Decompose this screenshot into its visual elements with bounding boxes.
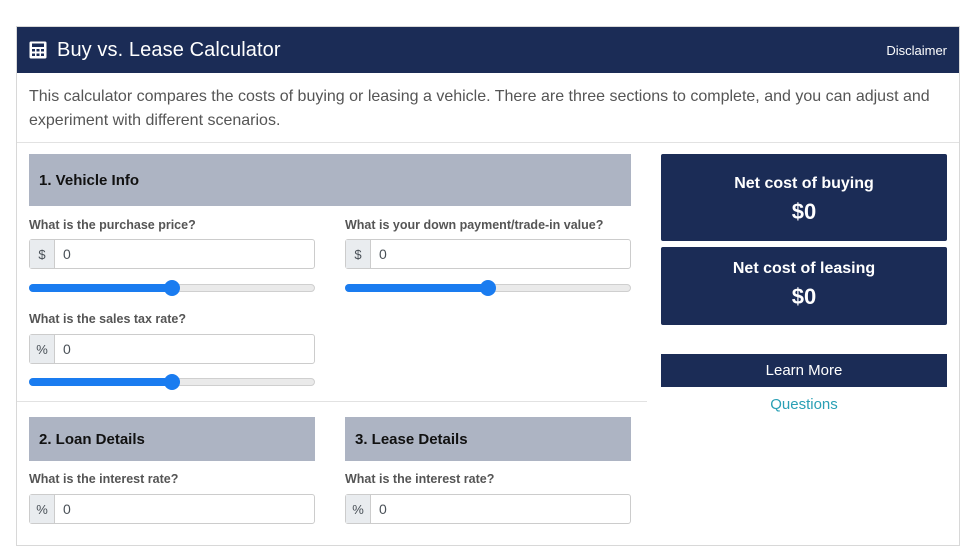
header-title-group: Buy vs. Lease Calculator — [29, 39, 281, 62]
loan-interest-input[interactable] — [55, 495, 314, 523]
section-heading-label: 3. Lease Details — [355, 430, 468, 448]
slider-fill — [29, 284, 172, 292]
purchase-price-label: What is the purchase price? — [29, 218, 196, 232]
sales-tax-field: % — [29, 334, 315, 364]
learn-more-button[interactable]: Learn More — [661, 354, 947, 387]
down-payment-slider[interactable] — [345, 280, 631, 296]
dollar-prefix: $ — [30, 240, 55, 268]
percent-prefix: % — [30, 495, 55, 523]
loan-interest-label: What is the interest rate? — [29, 472, 179, 486]
down-payment-label: What is your down payment/trade-in value… — [345, 218, 604, 232]
section-heading-vehicle-info: 1. Vehicle Info — [29, 154, 631, 206]
net-cost-leasing-value: $0 — [791, 284, 817, 309]
section-heading-label: 1. Vehicle Info — [39, 171, 140, 189]
section-divider — [17, 401, 647, 402]
purchase-price-input[interactable] — [55, 240, 314, 268]
slider-fill — [29, 378, 172, 386]
sales-tax-label: What is the sales tax rate? — [29, 312, 187, 326]
down-payment-field: $ — [345, 239, 631, 269]
questions-link[interactable]: Questions — [661, 396, 947, 413]
net-cost-buying-label: Net cost of buying — [734, 175, 874, 192]
section-heading-label: 2. Loan Details — [39, 430, 145, 448]
disclaimer-link[interactable]: Disclaimer — [886, 43, 947, 58]
slider-thumb[interactable] — [480, 280, 496, 296]
calculator-card: Buy vs. Lease Calculator Disclaimer This… — [16, 26, 960, 546]
down-payment-input[interactable] — [371, 240, 630, 268]
net-cost-leasing-box: Net cost of leasing $0 — [661, 247, 947, 325]
dollar-prefix: $ — [346, 240, 371, 268]
sales-tax-input[interactable] — [55, 335, 314, 363]
net-cost-buying-value: $0 — [791, 199, 817, 224]
net-cost-leasing-label: Net cost of leasing — [732, 260, 876, 277]
slider-fill — [345, 284, 488, 292]
section-heading-loan-details: 2. Loan Details — [29, 417, 315, 461]
app-title: Buy vs. Lease Calculator — [57, 38, 281, 61]
purchase-price-field: $ — [29, 239, 315, 269]
percent-prefix: % — [346, 495, 371, 523]
calculator-icon — [29, 41, 47, 59]
purchase-price-slider[interactable] — [29, 280, 315, 296]
lease-interest-input[interactable] — [371, 495, 630, 523]
card-header: Buy vs. Lease Calculator Disclaimer — [17, 27, 959, 73]
sales-tax-slider[interactable] — [29, 374, 315, 390]
section-heading-lease-details: 3. Lease Details — [345, 417, 631, 461]
slider-thumb[interactable] — [164, 374, 180, 390]
net-cost-buying-box: Net cost of buying $0 — [661, 154, 947, 241]
intro-text: This calculator compares the costs of bu… — [17, 73, 959, 143]
lease-interest-label: What is the interest rate? — [345, 472, 495, 486]
slider-thumb[interactable] — [164, 280, 180, 296]
percent-prefix: % — [30, 335, 55, 363]
